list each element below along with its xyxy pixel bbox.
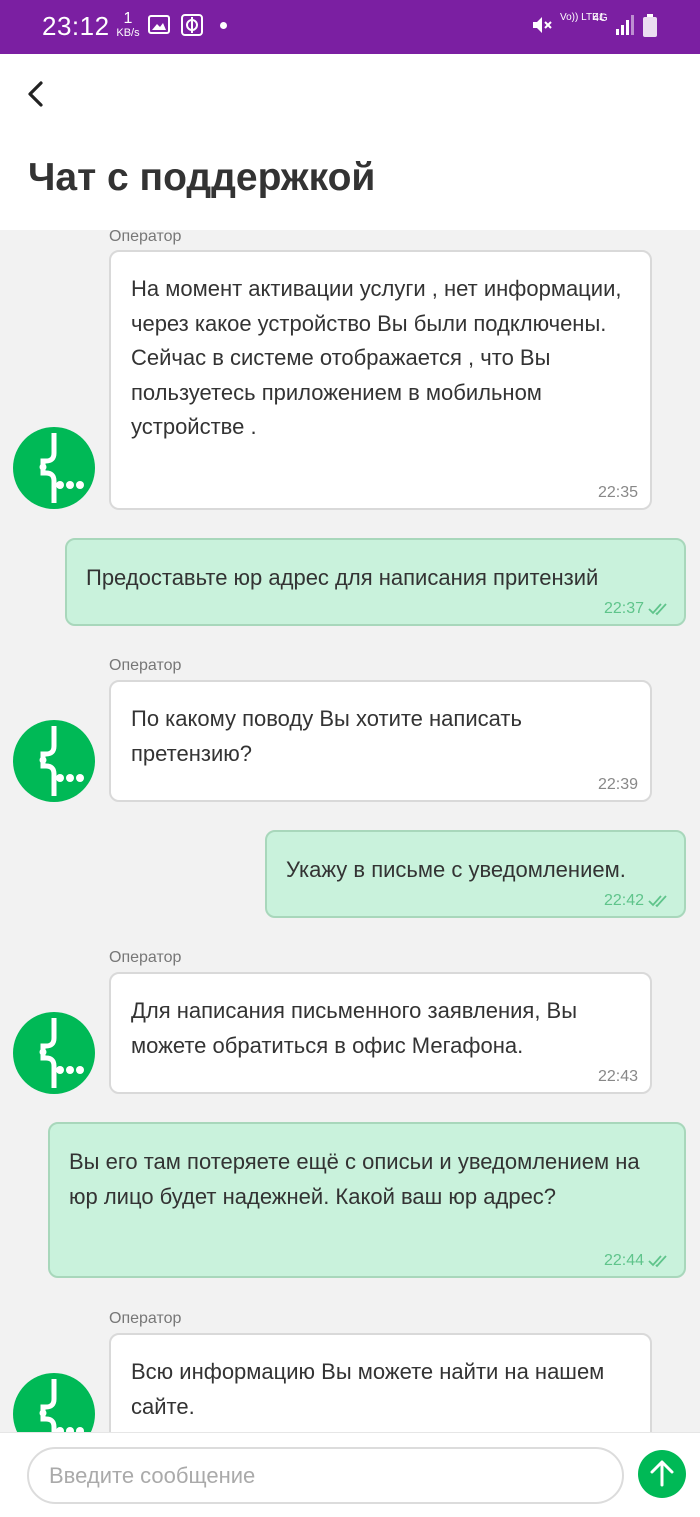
message-time: 22:43 (597, 1068, 638, 1085)
double-check-icon (648, 1255, 667, 1268)
net-speed-value: 1 (123, 10, 133, 27)
message-text: По какому поводу Вы хотите написать прет… (131, 706, 522, 766)
status-bar: 23:12 1 KB/s Vo)) LTE1 4G (0, 0, 700, 54)
message-composer: Введите сообщение (0, 1432, 700, 1517)
operator-avatar (13, 427, 95, 509)
message-text: Укажу в письме с уведомлением. (286, 857, 626, 882)
signal-icon (616, 15, 634, 35)
operator-label: Оператор (109, 230, 182, 245)
message-time: 22:44 (603, 1252, 644, 1269)
message-text: Вы его там потеряете ещё с описьи и увед… (69, 1149, 640, 1209)
message-status: 22:42 (604, 892, 670, 910)
megafon-logo-icon (13, 1012, 95, 1094)
net-speed-unit: KB/s (116, 27, 140, 39)
chat-messages[interactable]: Оператор На момент активации услуги , не… (0, 230, 700, 1432)
megafon-logo-icon (13, 720, 95, 802)
arrow-up-icon (650, 1460, 674, 1487)
notification-dot (220, 22, 227, 29)
back-arrow-icon[interactable] (18, 74, 58, 114)
message-text: Предоставьте юр адрес для написания прит… (86, 565, 599, 590)
operator-message: Всю информацию Вы можете найти на нашем … (109, 1333, 652, 1432)
operator-avatar (13, 720, 95, 802)
message-text: Для написания письменного заявления, Вы … (131, 998, 578, 1058)
status-time: 23:12 (42, 11, 110, 41)
message-status: 22:44 (604, 1252, 670, 1270)
operator-message: На момент активации услуги , нет информа… (109, 250, 652, 510)
operator-avatar (13, 1373, 95, 1432)
operator-avatar (13, 1012, 95, 1094)
message-text: На момент активации услуги , нет информа… (131, 276, 622, 439)
send-button[interactable] (638, 1450, 686, 1498)
app-header: Чат с поддержкой (0, 54, 700, 230)
message-time: 22:35 (597, 484, 638, 501)
megafon-logo-icon (13, 1373, 95, 1432)
user-message: Вы его там потеряете ещё с описьи и увед… (48, 1122, 686, 1278)
operator-message: Для написания письменного заявления, Вы … (109, 972, 652, 1094)
gallery-icon (148, 15, 170, 34)
megafon-logo-icon (13, 427, 95, 509)
mute-icon (533, 17, 552, 33)
app-notification-icon (181, 14, 203, 36)
operator-label: Оператор (109, 949, 182, 966)
user-message: Предоставьте юр адрес для написания прит… (65, 538, 686, 626)
message-status: 22:37 (604, 600, 670, 618)
operator-label: Оператор (109, 657, 182, 674)
message-time: 22:42 (603, 892, 644, 909)
operator-message: По какому поводу Вы хотите написать прет… (109, 680, 652, 802)
double-check-icon (648, 895, 667, 908)
battery-icon (643, 14, 657, 37)
operator-label: Оператор (109, 1310, 182, 1327)
double-check-icon (648, 603, 667, 616)
page-title: Чат с поддержкой (28, 156, 376, 199)
message-time: 22:39 (597, 776, 638, 793)
net-speed: 1 KB/s (113, 10, 143, 40)
user-message: Укажу в письме с уведомлением. 22:42 (265, 830, 686, 918)
message-time: 22:37 (603, 600, 644, 617)
network-type: 4G (593, 12, 608, 24)
message-input[interactable]: Введите сообщение (27, 1447, 624, 1504)
message-text: Всю информацию Вы можете найти на нашем … (131, 1359, 605, 1419)
